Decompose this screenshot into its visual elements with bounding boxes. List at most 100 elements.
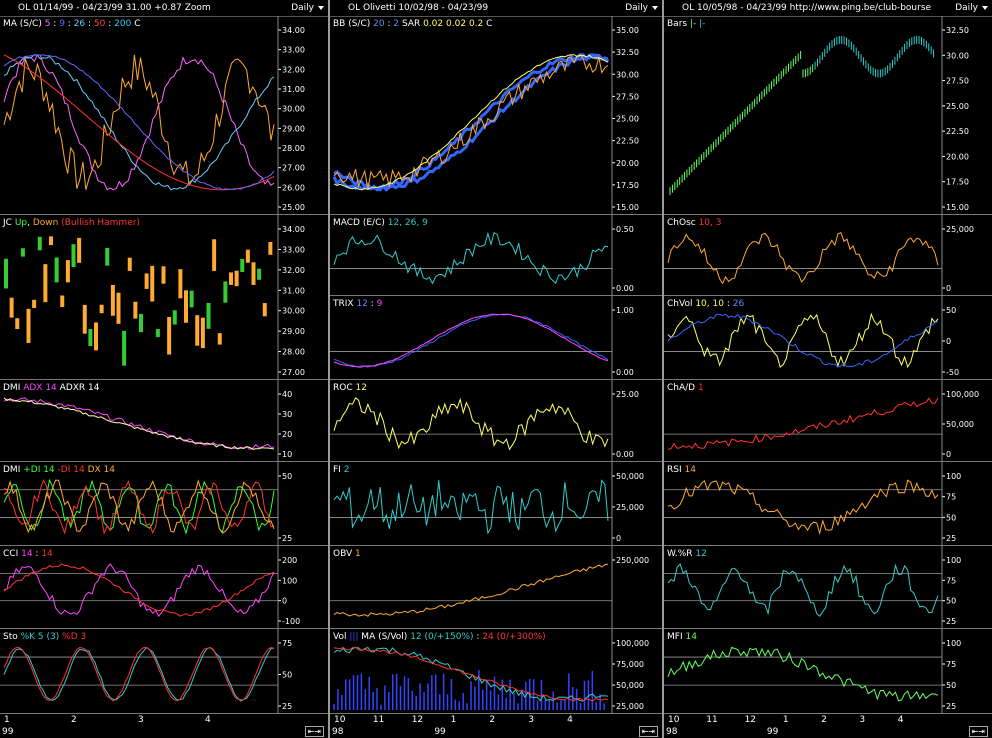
- label-segment: C: [131, 19, 141, 29]
- y-tick-label: 32.00: [282, 266, 305, 275]
- candle: [110, 285, 115, 316]
- label-segment: 0.2: [468, 19, 484, 29]
- dmi2-indicator-label[interactable]: DMI +DI 14 -DI 14 DX 14: [3, 465, 115, 475]
- bars-indicator-label[interactable]: Bars |- |-: [667, 19, 705, 29]
- x-year-label: 99: [2, 727, 14, 737]
- label-segment: 14: [685, 632, 697, 642]
- left-period-dropdown[interactable]: Daily: [291, 0, 324, 16]
- chevron-down-icon: [982, 5, 988, 10]
- ma-indicator-label[interactable]: MA (S/C) 5 : 9 : 26 : 50 : 200 C: [3, 19, 140, 29]
- label-segment: ADX 14: [23, 383, 57, 393]
- right-pane-chad[interactable]: 100,000 50,000 0 ChA/D 1: [664, 380, 992, 462]
- x-year-label: 99: [434, 727, 446, 737]
- x-tick-label: 2: [489, 715, 496, 725]
- chosc-indicator-label[interactable]: ChOsc 10, 3: [667, 218, 721, 228]
- macd-indicator-label[interactable]: MACD (E/C) 12, 26, 9: [333, 218, 428, 228]
- vol-indicator-label[interactable]: Vol ||| MA (S/Vol) 12 (0/+150%) : 24 (0/…: [333, 632, 546, 642]
- left-pane-sto[interactable]: 75 50 25 Sto %K 5 (3) %D 3: [0, 629, 328, 714]
- candle: [195, 315, 200, 346]
- right-chart-column[interactable]: OL 10/05/98 - 04/23/99 http://www.ping.b…: [664, 0, 992, 738]
- label-segment: 10, 10: [695, 299, 724, 309]
- middle-header-text: OL Olivetti 10/02/98 - 04/23/99: [348, 3, 489, 13]
- wr-indicator-label[interactable]: W.%R 12: [667, 549, 707, 559]
- y-tick-label: 26.00: [282, 183, 305, 192]
- right-pane-bars[interactable]: 32.50 30.00 27.50 25.00 22.50 20.00 17.50 15.00…: [664, 16, 992, 215]
- dmi1-indicator-label[interactable]: DMI ADX 14 ADXR 14: [3, 383, 99, 393]
- scroll-arrows-icon[interactable]: ⇤⇥: [968, 726, 988, 737]
- middle-period-dropdown[interactable]: Daily: [625, 0, 658, 16]
- x-tick-label: 2: [71, 715, 77, 725]
- middle-pane-macd[interactable]: 0.50 0.00 MACD (E/C) 12, 26, 9: [330, 215, 662, 296]
- middle-pane-vol[interactable]: 100,000 75,000 50,000 25,000 Vol ||| MA (S/V…: [330, 629, 662, 714]
- y-tick-label: 27.00: [282, 368, 305, 377]
- label-segment: 14: [41, 549, 53, 559]
- sto-indicator-label[interactable]: Sto %K 5 (3) %D 3: [3, 632, 86, 642]
- bb-indicator-label[interactable]: BB (S/C) 20 : 2 SAR 0.02 0.02 0.2 C: [333, 19, 492, 29]
- label-segment: 12: [356, 299, 368, 309]
- indicator-line: [333, 479, 609, 535]
- y-tick-label: 0.00: [616, 450, 634, 459]
- label-segment: DX 14: [84, 465, 115, 475]
- y-tick-label: 30.00: [282, 307, 305, 316]
- chvol-indicator-label[interactable]: ChVol 10, 10 : 26: [667, 299, 744, 309]
- right-period-dropdown[interactable]: Daily: [955, 0, 988, 16]
- y-tick-label: 31.00: [282, 286, 305, 295]
- right-pane-chvol[interactable]: 50 0 -50 ChVol 10, 10 : 26: [664, 296, 992, 380]
- jc-plot: 34.00 33.00 32.00 31.00 30.00 29.00 28.00 27.00: [4, 215, 305, 380]
- mfi-indicator-label[interactable]: MFI 14: [667, 632, 697, 642]
- label-segment: +DI 14: [23, 465, 55, 475]
- wr-plot: 100 75 50 25: [664, 546, 961, 629]
- scroll-arrows-icon[interactable]: ⇤⇥: [638, 726, 658, 737]
- x-tick-label: 3: [528, 715, 535, 725]
- candle: [223, 281, 228, 303]
- middle-pane-fi[interactable]: 50,000 25,000 0 FI 2: [330, 462, 662, 546]
- y-tick-label: 22.50: [616, 137, 639, 146]
- right-pane-rsi[interactable]: 100 75 50 25 RSI 14: [664, 462, 992, 546]
- indicator-line: [667, 397, 939, 450]
- middle-pane-trix[interactable]: 1.00 0.00 TRIX 12 : 9: [330, 296, 662, 380]
- fi-indicator-label[interactable]: FI 2: [333, 465, 349, 475]
- left-pane-cci[interactable]: 200 100 0 -100 CCI 14 : 14: [0, 546, 328, 629]
- label-segment: 0.02: [446, 19, 467, 29]
- y-tick-label: 28.00: [282, 348, 305, 357]
- middle-chart-column[interactable]: OL Olivetti 10/02/98 - 04/23/99 Daily 35…: [330, 0, 662, 738]
- y-tick-label: 100: [946, 472, 961, 481]
- x-tick-label: 12: [411, 715, 424, 725]
- roc-indicator-label[interactable]: ROC 12: [333, 383, 367, 393]
- candle: [49, 236, 53, 246]
- middle-pane-bb[interactable]: 35.00 32.50 30.00 27.50 25.00 22.50 20.00 17.50…: [330, 16, 662, 215]
- trix-indicator-label[interactable]: TRIX 12 : 9: [333, 299, 382, 309]
- right-pane-wr[interactable]: 100 75 50 25 W.%R 12: [664, 546, 992, 629]
- y-tick-label: 15.00: [616, 203, 639, 212]
- y-tick-label: 75,000: [616, 660, 644, 669]
- candle: [122, 330, 127, 366]
- y-tick-label: 15.00: [946, 203, 969, 212]
- left-pane-dmi2[interactable]: 50 25 DMI +DI 14 -DI 14 DX 14: [0, 462, 328, 546]
- x-tick-label: 4: [567, 715, 573, 725]
- ma-plot: 34.00 33.00 32.00 31.00 30.00 29.00 28.00 27.00…: [3, 16, 305, 215]
- scroll-arrows-icon[interactable]: ⇤⇥: [304, 726, 324, 737]
- obv-indicator-label[interactable]: OBV 1: [333, 549, 361, 559]
- chad-indicator-label[interactable]: ChA/D 1: [667, 383, 704, 393]
- label-segment: C: [483, 19, 493, 29]
- y-tick-label: 25.00: [946, 102, 969, 111]
- x-tick-label: 12: [744, 715, 757, 725]
- cci-indicator-label[interactable]: CCI 14 : 14: [3, 549, 53, 559]
- right-pane-mfi[interactable]: 100 75 50 25 MFI 14: [664, 629, 992, 714]
- y-tick-label: 50,000: [616, 681, 644, 690]
- y-tick-label: 50: [282, 472, 292, 481]
- rsi-indicator-label[interactable]: RSI 14: [667, 465, 696, 475]
- bb-plot: 35.00 32.50 30.00 27.50 25.00 22.50 20.00 17.50…: [332, 16, 639, 215]
- label-segment: :: [473, 632, 483, 642]
- y-tick-label: 20: [282, 430, 292, 439]
- middle-pane-obv[interactable]: 250,000 OBV 1: [330, 546, 662, 629]
- jc-indicator-label[interactable]: JC Up, Down (Bullish Hammer): [3, 218, 140, 228]
- left-pane-dmi1[interactable]: 40 30 20 10 DMI ADX 14 ADXR 14: [0, 380, 328, 462]
- left-pane-ma[interactable]: 34.00 33.00 32.00 31.00 30.00 29.00 28.00 27.00…: [0, 16, 328, 215]
- right-x-axis: 10 11 12 1 2 3 4 98 99 ⇤⇥: [664, 714, 992, 738]
- right-pane-chosc[interactable]: 25,000 0 ChOsc 10, 3: [664, 215, 992, 296]
- left-chart-column[interactable]: OL 01/14/99 - 04/23/99 31.00 +0.87 Zoom …: [0, 0, 328, 738]
- middle-pane-roc[interactable]: 25.00 0.00 ROC 12: [330, 380, 662, 462]
- label-segment: MFI: [667, 632, 686, 642]
- left-pane-jc[interactable]: 34.00 33.00 32.00 31.00 30.00 29.00 28.00 27.00…: [0, 215, 328, 380]
